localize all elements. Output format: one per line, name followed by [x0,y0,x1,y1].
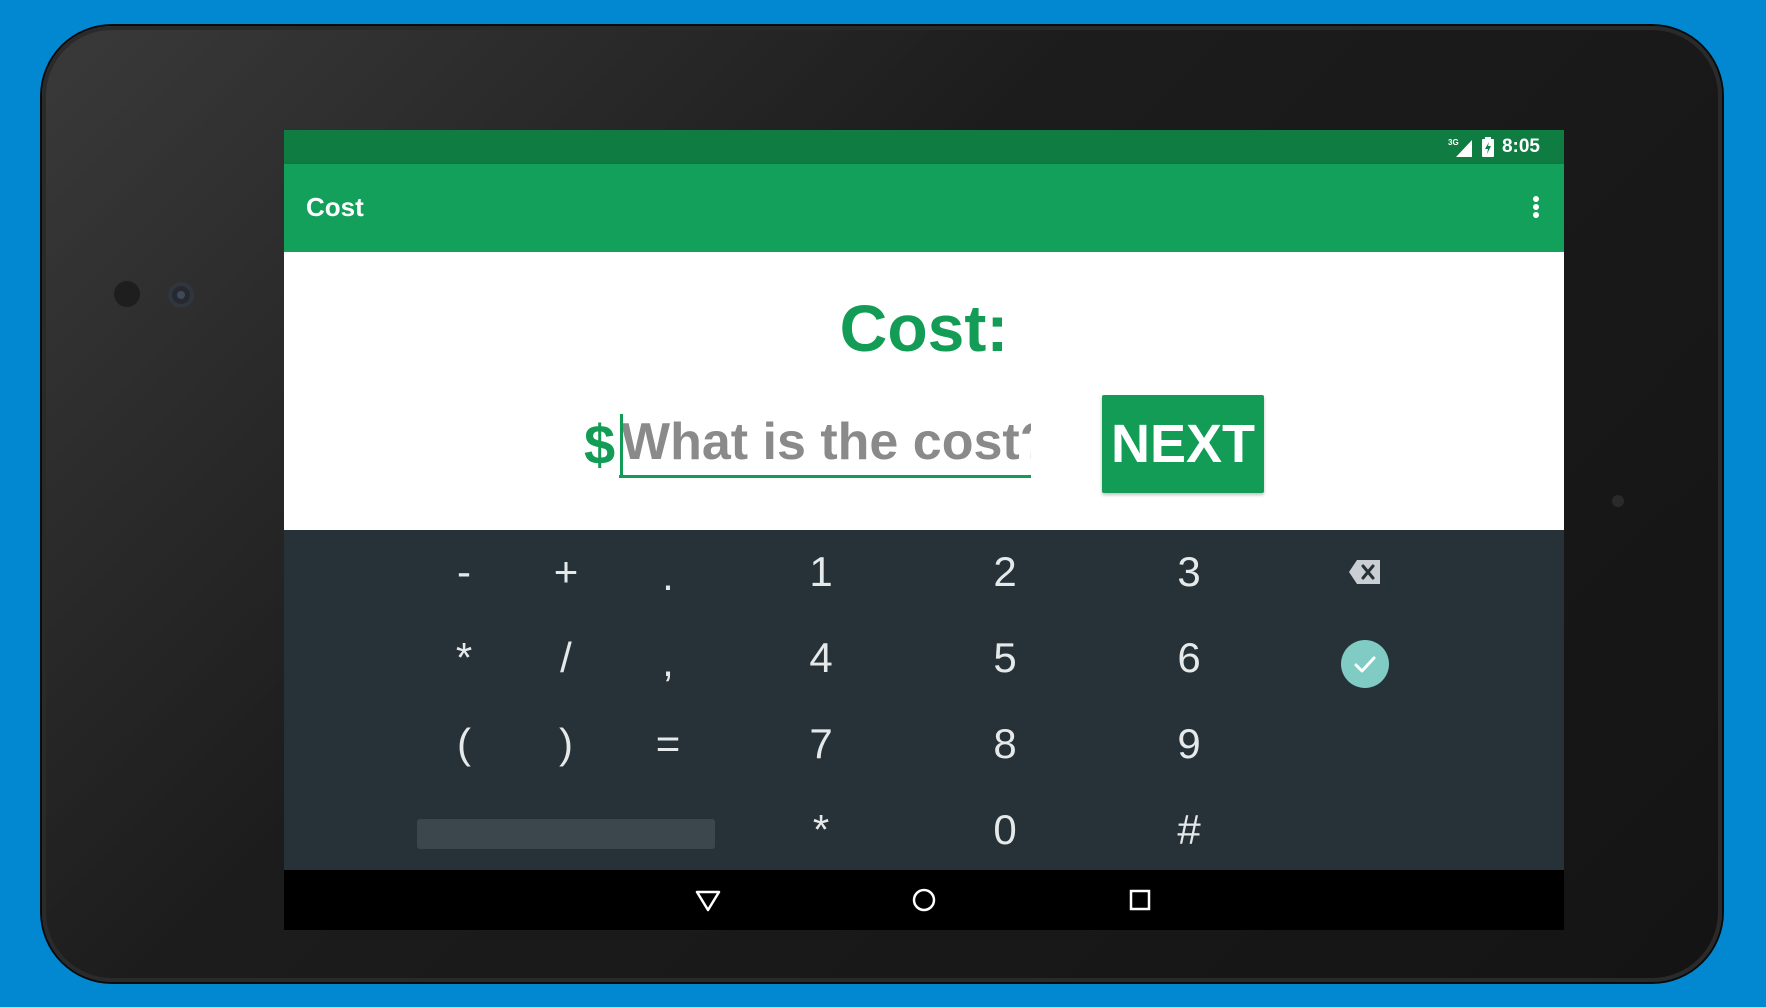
key-open-paren[interactable]: ( [424,709,504,779]
key-7[interactable]: 7 [781,709,861,779]
key-5[interactable]: 5 [965,623,1045,693]
navigation-bar [284,870,1564,930]
battery-charging-icon [1481,137,1494,157]
light-sensor [1612,495,1624,507]
front-camera [168,282,194,308]
app-title: Cost [306,192,364,222]
key-comma[interactable]: , [628,627,708,697]
next-button[interactable]: NEXT [1102,395,1264,493]
key-4[interactable]: 4 [781,623,861,693]
numeric-keyboard: - + . 1 2 3 * / , 4 5 6 () = 7 8 9 * 0 … [284,530,1564,870]
key-minus[interactable]: - [424,537,504,607]
key-asterisk[interactable]: * [424,623,504,693]
currency-symbol: $ [584,413,616,476]
backspace-key[interactable] [1325,537,1405,607]
backspace-icon [1349,560,1380,584]
back-triangle-icon[interactable] [688,880,728,920]
tablet-frame: 3G 8:05 Cost Cost: $ NEX [42,26,1722,982]
key-0[interactable]: 0 [965,795,1045,865]
text-cursor [620,414,623,476]
checkmark-icon [1354,656,1376,673]
key-2[interactable]: 2 [965,537,1045,607]
home-circle-icon[interactable] [904,880,944,920]
signal-3g-icon: 3G [1448,138,1472,157]
key-period[interactable]: . [628,541,708,611]
status-time: 8:05 [1501,136,1540,157]
key-equals[interactable]: = [628,709,708,779]
svg-text:3G: 3G [1448,138,1459,147]
app-bar: Cost [284,164,1564,252]
key-star[interactable]: * [781,795,861,865]
cost-input[interactable] [619,408,1031,478]
key-plus[interactable]: + [526,537,606,607]
key-8[interactable]: 8 [965,709,1045,779]
overflow-menu-icon[interactable] [1526,192,1546,226]
done-key[interactable] [1341,640,1389,688]
key-hash[interactable]: # [1149,795,1229,865]
key-3[interactable]: 3 [1149,537,1229,607]
space-key[interactable] [417,819,715,849]
key-6[interactable]: 6 [1149,623,1229,693]
device-screen: 3G 8:05 Cost Cost: $ NEX [284,130,1564,930]
key-close-paren[interactable]: ) [526,709,606,779]
key-9[interactable]: 9 [1149,709,1229,779]
key-1[interactable]: 1 [781,537,861,607]
page-heading: Cost: [839,291,1009,365]
status-bar: 3G 8:05 [284,130,1564,164]
recents-square-icon[interactable] [1120,880,1160,920]
key-slash[interactable]: / [526,623,606,693]
main-content: Cost: $ NEXT [284,252,1564,530]
sensor-dot [114,281,140,307]
